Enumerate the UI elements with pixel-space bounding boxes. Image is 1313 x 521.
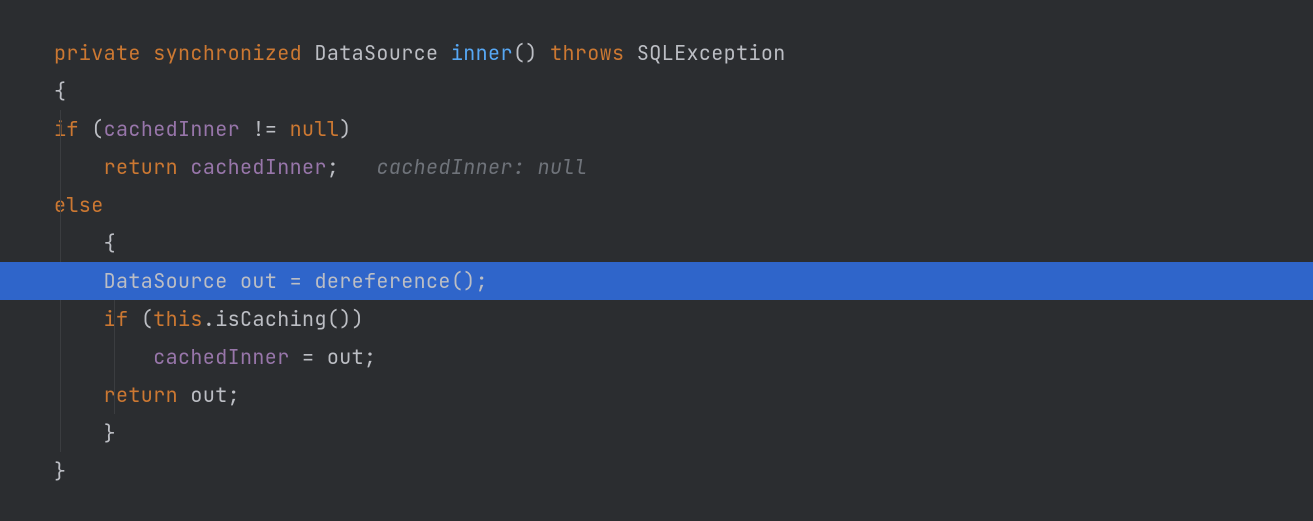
semicolon: ; <box>364 344 376 370</box>
keyword-null: null <box>290 116 340 142</box>
paren-close: ) <box>352 306 364 332</box>
op-assign: = <box>290 268 302 294</box>
keyword-this: this <box>153 306 203 332</box>
code-line[interactable]: } <box>0 452 1313 490</box>
code-line[interactable]: } <box>0 414 1313 452</box>
code-line[interactable]: return out; <box>0 376 1313 414</box>
local-out: out <box>327 344 364 370</box>
parens: () <box>451 268 476 294</box>
semicolon: ; <box>476 268 488 294</box>
paren-close: ) <box>339 116 351 142</box>
inlay-hint: cachedInner: null <box>376 154 587 180</box>
code-line[interactable]: else <box>0 186 1313 224</box>
keyword-if: if <box>104 306 129 332</box>
call-dereference: dereference <box>314 268 450 294</box>
keyword-synchronized: synchronized <box>153 40 302 66</box>
parens: () <box>327 306 352 332</box>
keyword-return: return <box>104 154 178 180</box>
type-datasource: DataSource <box>314 40 438 66</box>
brace-close: } <box>54 458 66 484</box>
paren-open: ( <box>141 306 153 332</box>
field-cachedinner: cachedInner <box>104 116 240 142</box>
parens: () <box>513 40 538 66</box>
brace-open: { <box>54 78 66 104</box>
semicolon: ; <box>327 154 339 180</box>
code-line[interactable]: { <box>0 224 1313 262</box>
op-assign: = <box>302 344 314 370</box>
op-ne: != <box>252 116 277 142</box>
code-line[interactable]: private synchronized DataSource inner() … <box>0 34 1313 72</box>
semicolon: ; <box>228 382 240 408</box>
call-iscaching: isCaching <box>215 306 327 332</box>
code-editor[interactable]: private synchronized DataSource inner() … <box>0 0 1313 490</box>
local-out: out <box>240 268 277 294</box>
dot: . <box>203 306 215 332</box>
code-line[interactable]: { <box>0 72 1313 110</box>
keyword-private: private <box>54 40 141 66</box>
code-line[interactable]: if (cachedInner != null) <box>0 110 1313 148</box>
code-line[interactable]: if (this.isCaching()) <box>0 300 1313 338</box>
code-line[interactable]: cachedInner = out; <box>0 338 1313 376</box>
local-out: out <box>190 382 227 408</box>
code-line-current[interactable]: DataSource out = dereference(); <box>0 262 1313 300</box>
keyword-else: else <box>54 192 104 218</box>
keyword-throws: throws <box>550 40 624 66</box>
keyword-if: if <box>54 116 79 142</box>
field-cachedinner: cachedInner <box>153 344 289 370</box>
brace-close: } <box>104 420 116 446</box>
brace-open: { <box>104 230 116 256</box>
method-name: inner <box>451 40 513 66</box>
code-line[interactable]: return cachedInner; cachedInner: null <box>0 148 1313 186</box>
type-sqlexception: SQLException <box>637 40 786 66</box>
type-datasource: DataSource <box>104 268 228 294</box>
field-cachedinner: cachedInner <box>190 154 326 180</box>
paren-open: ( <box>91 116 103 142</box>
